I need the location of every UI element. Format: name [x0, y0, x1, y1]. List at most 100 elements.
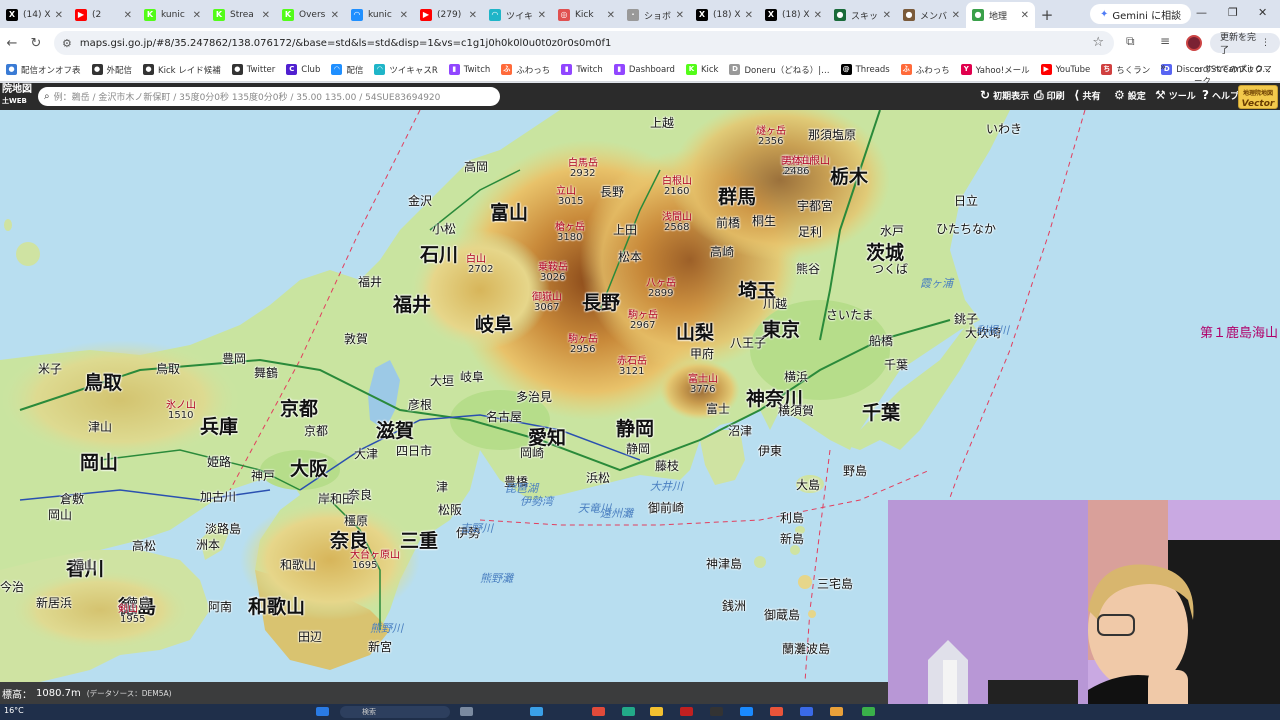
peak-label: 御嶽山: [532, 292, 562, 303]
address-bar[interactable]: ⚙ maps.gsi.go.jp/#8/35.247862/138.076172…: [54, 31, 1114, 55]
browser-tab[interactable]: X (18) X ✕: [759, 2, 828, 28]
browser-tab[interactable]: ● メンバ ✕: [897, 2, 966, 28]
start-icon[interactable]: [316, 707, 329, 716]
app-icon[interactable]: [800, 707, 813, 716]
browser-tab[interactable]: ● 地理 ✕: [966, 2, 1035, 28]
bookmark-item[interactable]: C Club: [286, 64, 320, 75]
app-icon[interactable]: [740, 707, 753, 716]
close-tab-icon[interactable]: ✕: [469, 10, 477, 21]
close-tab-icon[interactable]: ✕: [331, 10, 339, 21]
close-tab-icon[interactable]: ✕: [883, 10, 891, 21]
reload-icon[interactable]: ↻: [24, 36, 48, 51]
bookmark-item[interactable]: Y Yahoo!メール: [960, 64, 1030, 76]
tab-favicon-icon: ●: [834, 9, 846, 21]
bookmark-item[interactable]: ちちくラン: [1101, 64, 1150, 76]
bookmark-item[interactable]: K Kick: [685, 64, 718, 75]
task-view-icon[interactable]: [460, 707, 473, 716]
close-tab-icon[interactable]: ✕: [952, 10, 960, 21]
bookmark-icon: ●: [6, 64, 17, 75]
bookmark-item[interactable]: D Doneru（どねる）|…: [729, 64, 830, 76]
folder-icon[interactable]: [650, 707, 663, 716]
bookmark-item[interactable]: ▶ YouTube: [1040, 64, 1090, 75]
close-tab-icon[interactable]: ✕: [193, 10, 201, 21]
gsi-menu-item[interactable]: ⎙ 印刷: [1034, 88, 1065, 103]
browser-tab[interactable]: ◎ Kick ✕: [552, 2, 621, 28]
close-tab-icon[interactable]: ✕: [676, 10, 684, 21]
browser-tab[interactable]: X (14) X ✕: [0, 2, 69, 28]
bookmark-item[interactable]: ◠ 配信: [331, 64, 363, 76]
browser-tab[interactable]: K Overs ✕: [276, 2, 345, 28]
browser-tab[interactable]: ◠ kunic ✕: [345, 2, 414, 28]
app-icon[interactable]: [622, 707, 635, 716]
prefecture-label: 岐阜: [475, 314, 514, 336]
gsi-menu-item[interactable]: ⚙ 設定: [1114, 88, 1146, 102]
bookmark-icon: ▮: [613, 64, 625, 75]
water-label: 霞ヶ浦: [920, 277, 953, 290]
edge-icon[interactable]: [530, 707, 543, 716]
browser-tab[interactable]: · ショボ ✕: [621, 2, 690, 28]
app-icon[interactable]: [592, 707, 605, 716]
close-tab-icon[interactable]: ✕: [262, 10, 270, 21]
app-icon[interactable]: [830, 707, 843, 716]
app-icon[interactable]: [710, 707, 723, 716]
close-tab-icon[interactable]: ✕: [745, 10, 753, 21]
close-window-icon[interactable]: ✕: [1258, 6, 1267, 19]
vector-badge[interactable]: 地理院地図 Vector: [1238, 85, 1278, 109]
taskbar-search[interactable]: 検索: [340, 706, 450, 718]
peak-elevation: 3026: [540, 272, 566, 283]
close-tab-icon[interactable]: ✕: [124, 10, 132, 21]
browser-tab[interactable]: ● スキッ ✕: [828, 2, 897, 28]
bookmark-item[interactable]: ふふわっち: [501, 64, 550, 76]
bookmark-item[interactable]: ▮ Twitch: [448, 64, 490, 75]
gemini-button[interactable]: ✦ Gemini に相談: [1090, 4, 1192, 24]
restore-icon[interactable]: ❐: [1228, 6, 1238, 19]
bookmark-item[interactable]: ● Twitter: [231, 64, 275, 75]
bookmark-item[interactable]: ▮ Dashboard: [613, 64, 675, 75]
bookmark-icon: Y: [960, 64, 972, 75]
city-label: 大津: [354, 447, 379, 461]
close-tab-icon[interactable]: ✕: [814, 10, 822, 21]
gsi-search-input[interactable]: ⌕ 例：鵜岳 / 金沢市木ノ新保町 / 35度0分0秒 135度0分0秒 / 3…: [38, 87, 500, 106]
close-tab-icon[interactable]: ✕: [55, 10, 63, 21]
site-info-icon[interactable]: ⚙: [62, 37, 72, 50]
bookmark-item[interactable]: ▮ Twitch: [561, 64, 603, 75]
weather-widget[interactable]: 16°C: [4, 706, 24, 715]
profile-avatar[interactable]: [1186, 35, 1202, 51]
prefecture-label: 和歌山: [248, 596, 306, 618]
back-icon[interactable]: ←: [0, 36, 24, 51]
bookmark-item[interactable]: ◠ ツイキャスR: [374, 64, 438, 76]
gsi-menu-item[interactable]: ⚒ ツール: [1155, 88, 1196, 102]
bookmark-item[interactable]: @ Threads: [840, 64, 890, 75]
gsi-menu-item[interactable]: ↻ 初期表示: [980, 88, 1029, 102]
browser-tab[interactable]: ▶ (2 ✕: [69, 2, 138, 28]
bookmark-star-icon[interactable]: ☆: [1092, 35, 1104, 50]
browser-tab[interactable]: K Strea ✕: [207, 2, 276, 28]
gsi-logo[interactable]: 院地図 土WEB: [0, 84, 36, 110]
close-tab-icon[interactable]: ✕: [1021, 10, 1029, 21]
bookmark-item[interactable]: ● Kick レイド候補: [143, 64, 221, 76]
bookmark-item[interactable]: ● 配信オンオフ表: [6, 64, 81, 76]
browser-tab[interactable]: Kkunic ✕: [138, 2, 207, 28]
prefecture-label: 兵庫: [200, 416, 239, 438]
close-tab-icon[interactable]: ✕: [400, 10, 408, 21]
update-button[interactable]: 更新を完了 ⋮: [1210, 33, 1280, 56]
app-icon[interactable]: [862, 707, 875, 716]
browser-tab[interactable]: ◠ ツイキ ✕: [483, 2, 552, 28]
gsi-menu-item[interactable]: ⟨ 共有: [1074, 88, 1101, 102]
gsi-menu-item[interactable]: ? ヘルプ: [1202, 88, 1239, 102]
close-tab-icon[interactable]: ✕: [607, 10, 615, 21]
close-tab-icon[interactable]: ✕: [538, 10, 546, 21]
app-icon[interactable]: [680, 707, 693, 716]
minimize-icon[interactable]: —: [1196, 6, 1207, 19]
prefecture-label: 石川: [420, 244, 459, 266]
chrome-icon[interactable]: [770, 707, 783, 716]
new-tab-button[interactable]: +: [1035, 2, 1059, 28]
bookmark-item[interactable]: ふふわっち: [900, 64, 950, 76]
bookmarks-more-icon[interactable]: »: [1160, 62, 1166, 73]
media-icon[interactable]: ≡: [1160, 34, 1170, 48]
extensions-icon[interactable]: ⧉: [1126, 34, 1135, 49]
browser-tab[interactable]: X (18) X ✕: [690, 2, 759, 28]
city-label: 津: [436, 480, 449, 494]
bookmark-item[interactable]: ● 外配信: [91, 64, 132, 76]
browser-tab[interactable]: ▶ (279) ✕: [414, 2, 483, 28]
